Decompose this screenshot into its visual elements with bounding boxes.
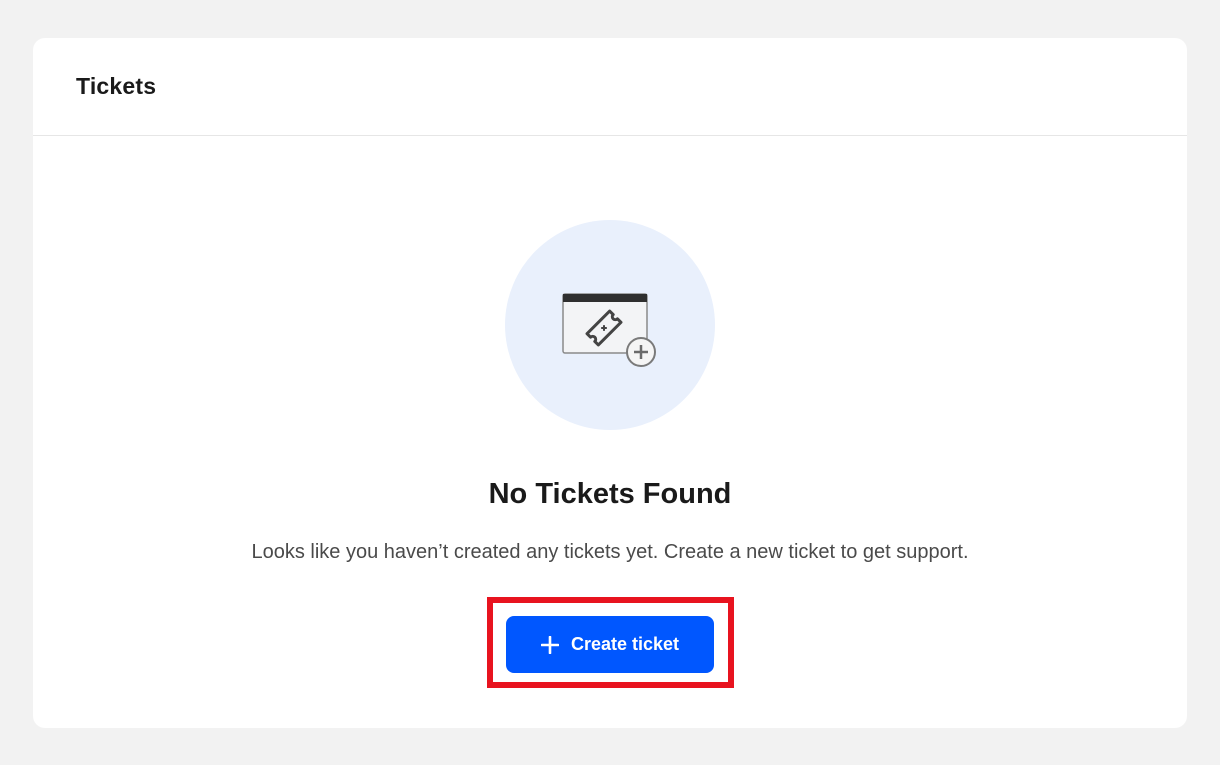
page-title: Tickets [76,73,157,99]
empty-state-title: No Tickets Found [488,478,732,510]
card-header: Tickets [33,38,1187,136]
empty-state: No Tickets Found Looks like you haven’t … [33,136,1187,728]
plus-icon [540,635,559,654]
empty-illustration [505,220,715,430]
tickets-card: Tickets No Tickets Found Looks like you … [33,38,1187,728]
empty-state-description: Looks like you haven’t created any ticke… [251,541,969,563]
ticket-add-icon [562,293,656,367]
create-ticket-label: Create ticket [570,634,680,654]
create-ticket-button[interactable]: Create ticket [506,616,714,673]
